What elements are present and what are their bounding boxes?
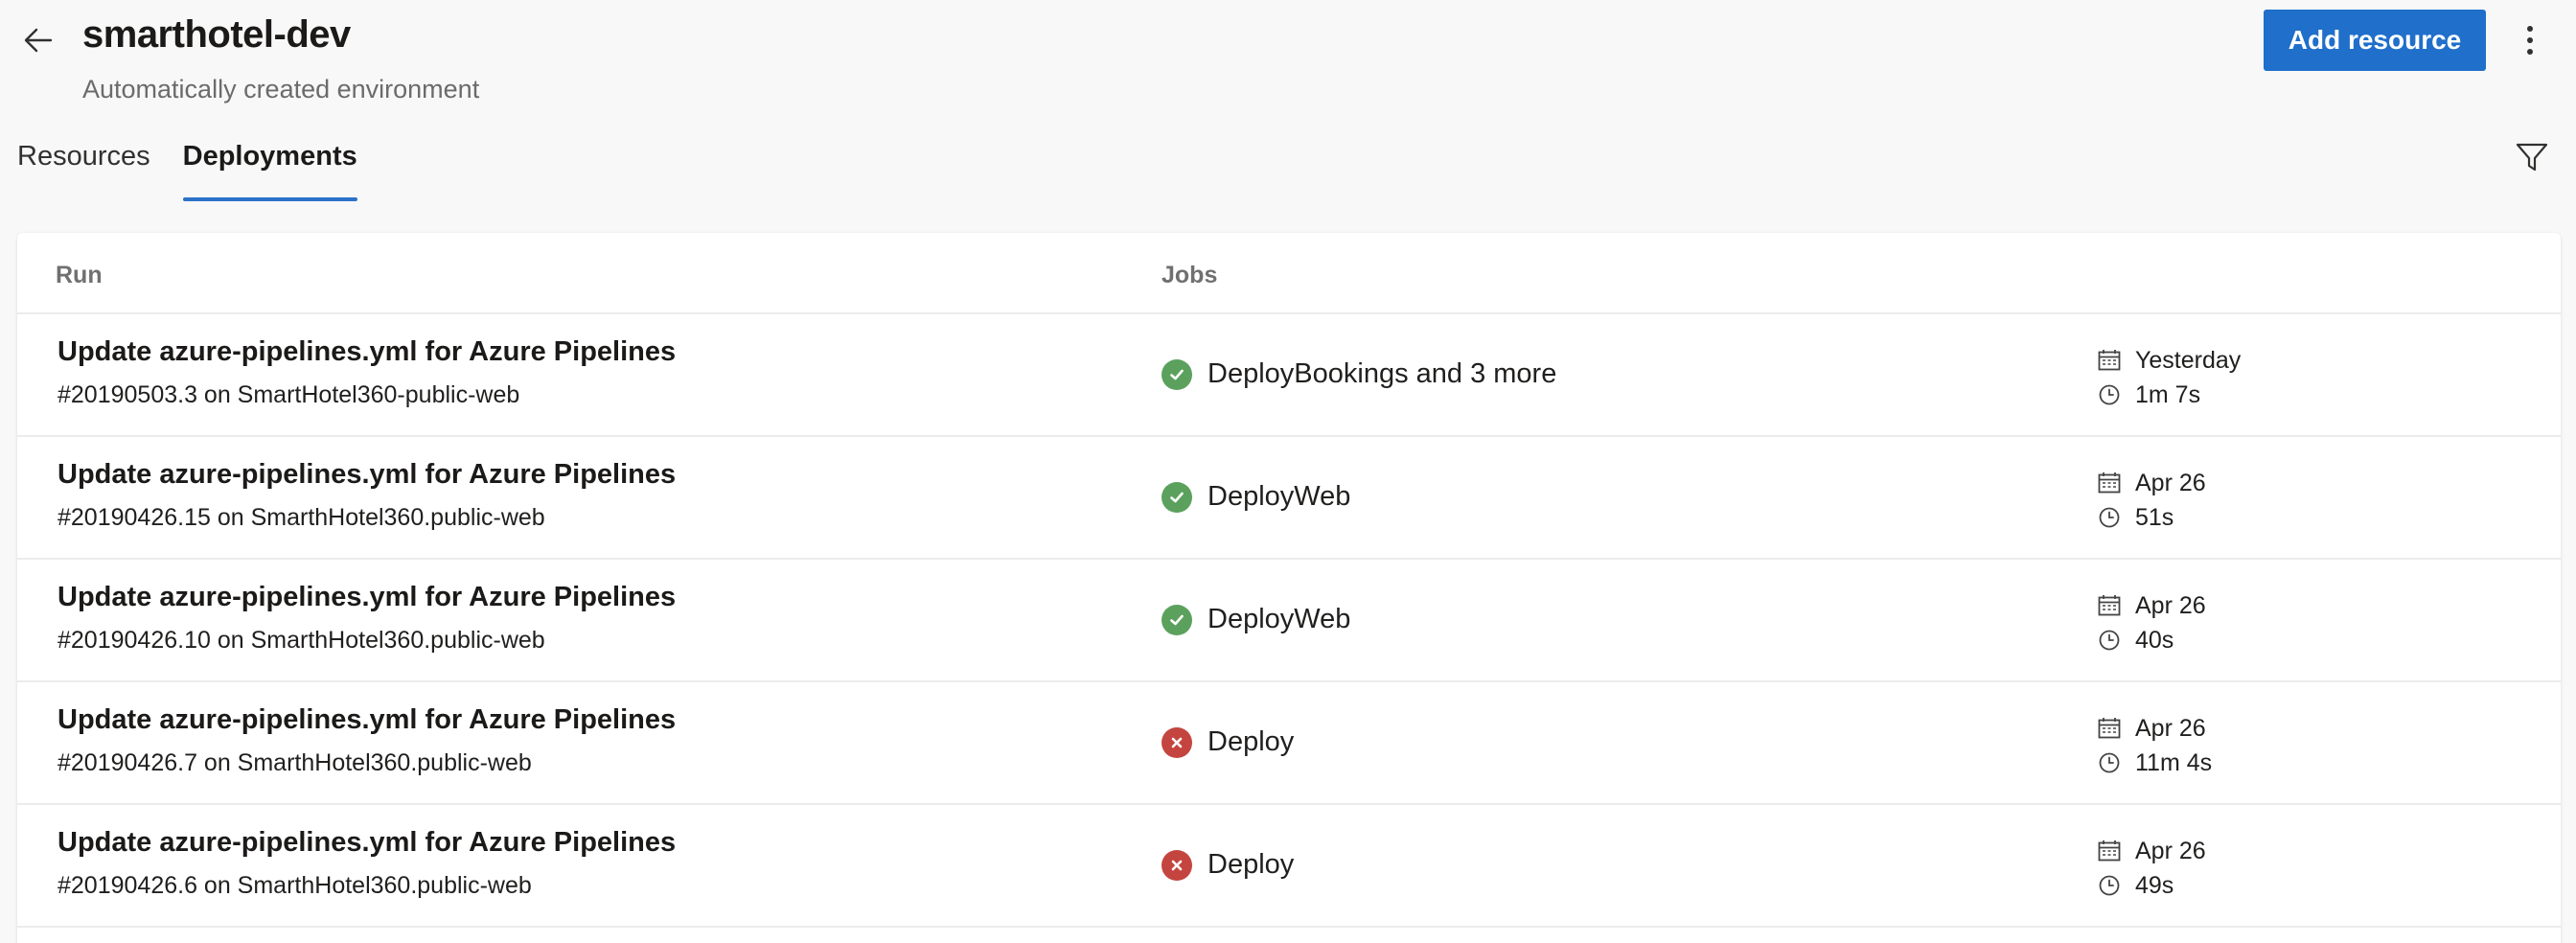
- more-options-button[interactable]: [2511, 17, 2549, 63]
- run-subtitle: #20190426.10 on SmarthHotel360.public-we…: [58, 627, 545, 654]
- calendar-icon: [2097, 593, 2122, 618]
- page-subtitle: Automatically created environment: [82, 75, 480, 104]
- column-header-run: Run: [56, 262, 103, 288]
- run-date: Apr 26: [2135, 591, 2206, 619]
- run-date: Yesterday: [2135, 346, 2242, 374]
- tab-bar: Resources Deployments: [17, 140, 357, 201]
- environment-page: smarthotel-dev Automatically created env…: [0, 0, 2576, 943]
- run-date: Apr 26: [2135, 714, 2206, 742]
- run-duration: 49s: [2135, 871, 2174, 899]
- failed-x-icon: [1162, 849, 1192, 881]
- calendar-icon: [2097, 471, 2122, 495]
- add-resource-button[interactable]: Add resource: [2264, 10, 2486, 71]
- job-name: DeployWeb: [1208, 481, 1351, 512]
- deployments-table: Run Jobs Update azure-pipelines.yml for …: [17, 233, 2561, 943]
- table-row[interactable]: Update azure-pipelines.yml for Azure Pip…: [17, 682, 2561, 805]
- run-title[interactable]: Update azure-pipelines.yml for Azure Pip…: [58, 704, 676, 736]
- job-cell[interactable]: Deploy: [1162, 726, 1294, 758]
- job-cell[interactable]: Deploy: [1162, 849, 1294, 881]
- run-date: Apr 26: [2135, 837, 2206, 864]
- table-row[interactable]: Update azure-pipelines.yml for Azure Pip…: [17, 437, 2561, 560]
- run-subtitle: #20190426.7 on SmarthHotel360.public-web: [58, 749, 532, 776]
- calendar-icon: [2097, 839, 2122, 863]
- calendar-icon: [2097, 716, 2122, 741]
- job-name: DeployBookings and 3 more: [1208, 358, 1557, 389]
- run-date: Apr 26: [2135, 469, 2206, 496]
- success-check-icon: [1162, 604, 1192, 635]
- run-title[interactable]: Update azure-pipelines.yml for Azure Pip…: [58, 582, 676, 613]
- table-row[interactable]: Update azure-pipelines.yml for Azure Pip…: [17, 560, 2561, 682]
- run-subtitle: #20190426.6 on SmarthHotel360.public-web: [58, 872, 532, 899]
- run-subtitle: #20190503.3 on SmartHotel360-public-web: [58, 381, 520, 408]
- clock-icon: [2097, 873, 2122, 898]
- run-title[interactable]: Update azure-pipelines.yml for Azure Pip…: [58, 827, 676, 859]
- job-name: Deploy: [1208, 726, 1295, 757]
- clock-icon: [2097, 505, 2122, 530]
- table-header: Run Jobs: [17, 233, 2561, 314]
- table-row[interactable]: Update azure-pipelines.yml for Azure Pip…: [17, 314, 2561, 437]
- run-meta: Apr 26 51s: [2097, 466, 2206, 535]
- clock-icon: [2097, 382, 2122, 407]
- run-duration: 51s: [2135, 503, 2174, 531]
- clock-icon: [2097, 750, 2122, 775]
- calendar-icon: [2097, 348, 2122, 373]
- job-name: DeployWeb: [1208, 604, 1351, 634]
- arrow-left-icon: [24, 28, 53, 53]
- table-row[interactable]: Update azure-pipelines.yml for Azure Pip…: [17, 805, 2561, 928]
- job-cell[interactable]: DeployWeb: [1162, 481, 1350, 513]
- column-header-jobs: Jobs: [1162, 262, 1218, 288]
- job-cell[interactable]: DeployWeb: [1162, 604, 1350, 635]
- run-subtitle: #20190426.15 on SmarthHotel360.public-we…: [58, 504, 545, 531]
- filter-button[interactable]: [2511, 136, 2553, 178]
- run-title[interactable]: Update azure-pipelines.yml for Azure Pip…: [58, 459, 676, 491]
- tab-resources[interactable]: Resources: [17, 140, 150, 201]
- clock-icon: [2097, 628, 2122, 653]
- success-check-icon: [1162, 358, 1192, 390]
- job-cell[interactable]: DeployBookings and 3 more: [1162, 358, 1556, 390]
- page-title: smarthotel-dev: [82, 13, 351, 56]
- run-meta: Yesterday 1m 7s: [2097, 343, 2241, 412]
- run-duration: 40s: [2135, 626, 2174, 654]
- success-check-icon: [1162, 481, 1192, 513]
- job-name: Deploy: [1208, 849, 1295, 880]
- back-button[interactable]: [17, 19, 59, 61]
- failed-x-icon: [1162, 726, 1192, 758]
- run-meta: Apr 26 11m 4s: [2097, 711, 2212, 780]
- filter-icon: [2516, 143, 2548, 172]
- run-title[interactable]: Update azure-pipelines.yml for Azure Pip…: [58, 336, 676, 368]
- tab-deployments[interactable]: Deployments: [182, 140, 357, 201]
- run-duration: 11m 4s: [2135, 748, 2213, 776]
- more-vertical-icon: [2527, 26, 2533, 55]
- run-duration: 1m 7s: [2135, 380, 2201, 408]
- run-meta: Apr 26 40s: [2097, 588, 2206, 657]
- run-meta: Apr 26 49s: [2097, 834, 2206, 903]
